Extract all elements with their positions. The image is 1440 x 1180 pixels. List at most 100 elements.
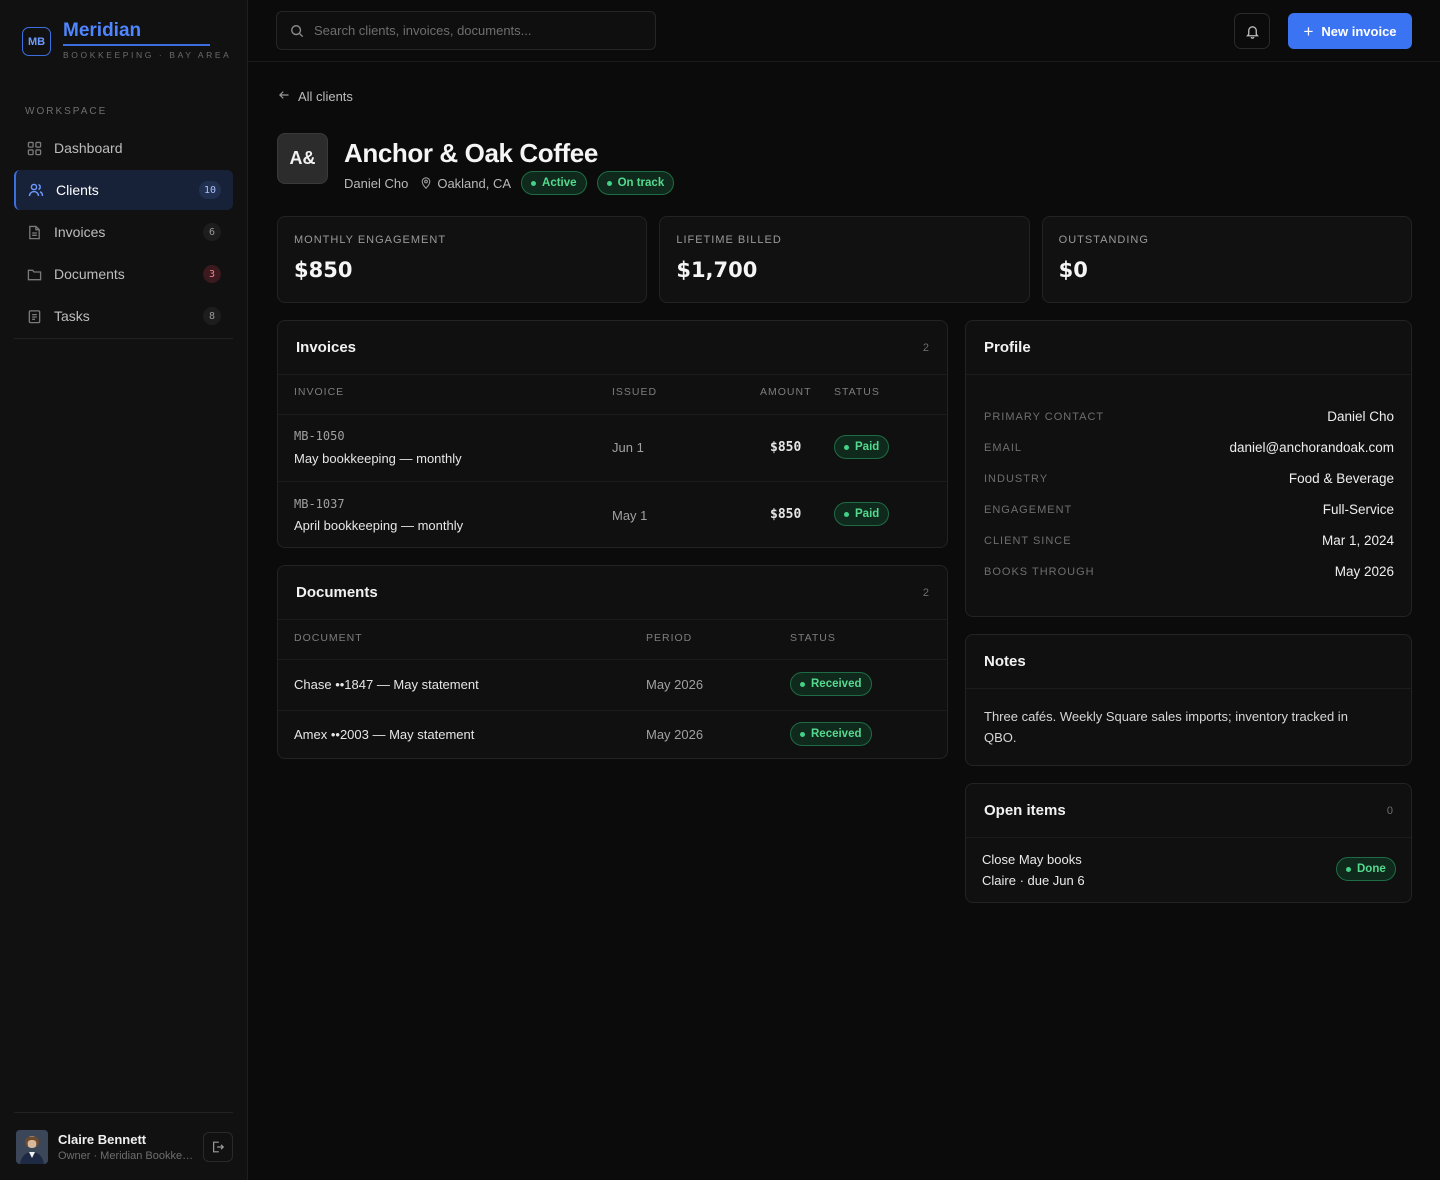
notes-text: Three cafés. Weekly Square sales imports…: [984, 709, 1348, 745]
card-title: Profile: [984, 339, 1031, 356]
invoices-card: Invoices 2 INVOICE ISSUED AMOUNT STATUS …: [277, 320, 948, 548]
profile-field: INDUSTRY Food & Beverage: [984, 471, 1394, 486]
column-header: STATUS: [834, 386, 880, 398]
brand-subtitle: BOOKKEEPING · BAY AREA: [63, 50, 232, 60]
open-items-card: Open items 0 Close May books Claire · du…: [965, 783, 1412, 903]
search-input[interactable]: [314, 23, 634, 38]
sidebar-item-invoices[interactable]: Invoices 6: [14, 212, 233, 252]
client-contact: Daniel Cho: [344, 175, 409, 191]
kpi-card: LIFETIME BILLED $1,700: [659, 216, 1030, 303]
brand-logo-icon: MB: [22, 27, 51, 56]
notifications-button[interactable]: [1234, 13, 1270, 49]
profile-field: PRIMARY CONTACT Daniel Cho: [984, 409, 1394, 424]
table-row[interactable]: MB-1050 May bookkeeping — monthly Jun 1 …: [278, 414, 947, 481]
new-invoice-label: New invoice: [1321, 23, 1397, 39]
page-title: Anchor & Oak Coffee: [344, 138, 598, 168]
brand-name: Meridian: [63, 20, 210, 46]
task-meta: Claire · due Jun 6: [982, 873, 1085, 888]
kpi-value: $0: [1058, 258, 1088, 282]
sidebar-item-label: Dashboard: [54, 140, 123, 156]
invoice-issued: Jun 1: [612, 440, 644, 455]
plus-icon: +: [1303, 21, 1314, 41]
profile-field: ENGAGEMENT Full-Service: [984, 502, 1394, 517]
sidebar-item-documents[interactable]: Documents 3: [14, 254, 233, 294]
kpi-label: OUTSTANDING: [1058, 234, 1149, 246]
sidebar-item-dashboard[interactable]: Dashboard: [14, 128, 233, 168]
profile-card: Profile PRIMARY CONTACT Daniel Cho EMAIL d…: [965, 320, 1412, 617]
client-location: Oakland, CA: [437, 175, 512, 191]
sidebar-item-tasks[interactable]: Tasks 8: [14, 296, 233, 336]
logout-icon: [211, 1140, 225, 1154]
back-link[interactable]: All clients: [278, 89, 353, 104]
notes-card: Notes Three cafés. Weekly Square sales i…: [965, 634, 1412, 766]
card-title: Open items: [984, 802, 1066, 819]
search-icon: [290, 24, 304, 38]
column-header: STATUS: [790, 632, 836, 644]
list-item[interactable]: Close May books Claire · due Jun 6 Done: [966, 839, 1411, 903]
sidebar-item-label: Clients: [56, 182, 99, 198]
status-badge: Paid: [834, 502, 890, 526]
avatar[interactable]: [16, 1129, 48, 1164]
table-row[interactable]: Amex ••2003 — May statement May 2026 Rec…: [278, 710, 947, 760]
back-link-label: All clients: [298, 89, 353, 104]
clipboard-icon: [26, 308, 42, 324]
email-link[interactable]: daniel@anchorandoak.com: [1229, 440, 1394, 455]
kpi-label: LIFETIME BILLED: [676, 234, 782, 246]
brand[interactable]: MB Meridian BOOKKEEPING · BAY AREA: [22, 20, 231, 60]
file-icon: [26, 224, 42, 240]
table-row[interactable]: MB-1037 April bookkeeping — monthly May …: [278, 481, 947, 548]
users-icon: [28, 182, 44, 198]
top-bar: + New invoice: [248, 0, 1440, 62]
table-row[interactable]: Chase ••1847 — May statement May 2026 Re…: [278, 659, 947, 710]
status-badge: Received: [790, 722, 872, 746]
document-period: May 2026: [646, 727, 704, 742]
profile-field: BOOKS THROUGH May 2026: [984, 564, 1394, 579]
card-title: Documents: [296, 584, 378, 601]
column-header: PERIOD: [646, 632, 693, 644]
workspace-label: WORKSPACE: [25, 106, 108, 117]
sidebar: MB Meridian BOOKKEEPING · BAY AREA WORKS…: [0, 0, 248, 1180]
folder-icon: [26, 266, 42, 282]
search-box[interactable]: [276, 11, 656, 50]
bell-icon: [1245, 24, 1260, 39]
kpi-row: MONTHLY ENGAGEMENT $850 LIFETIME BILLED …: [277, 216, 1412, 303]
status-badge: Active: [521, 171, 587, 195]
count-badge: 8: [203, 307, 221, 325]
card-count: 2: [922, 341, 929, 354]
document-name: Chase ••1847 — May statement: [294, 677, 479, 692]
invoice-description: May bookkeeping — monthly: [294, 451, 462, 466]
grid-icon: [26, 140, 42, 156]
sidebar-nav: Dashboard Clients 10 Invoices 6 Document…: [14, 128, 233, 339]
kpi-card: OUTSTANDING $0: [1041, 216, 1412, 303]
count-badge: 10: [198, 181, 221, 199]
user-bar: Claire Bennett Owner · Meridian Bookkeep…: [14, 1112, 233, 1180]
kpi-label: MONTHLY ENGAGEMENT: [294, 234, 447, 246]
user-role: Owner · Meridian Bookkeeping: [58, 1149, 196, 1162]
documents-card: Documents 2 DOCUMENT PERIOD STATUS Chase…: [277, 565, 948, 759]
sidebar-item-label: Documents: [54, 266, 125, 282]
status-badge: On track: [596, 171, 675, 195]
profile-field: EMAIL daniel@anchorandoak.com: [984, 440, 1394, 455]
column-header: DOCUMENT: [294, 632, 363, 644]
column-header: ISSUED: [612, 386, 658, 398]
sidebar-item-label: Invoices: [54, 224, 106, 240]
invoice-id: MB-1050: [294, 429, 345, 443]
kpi-value: $850: [294, 258, 353, 282]
task-title: Close May books: [982, 852, 1082, 867]
sidebar-item-clients[interactable]: Clients 10: [14, 170, 233, 210]
invoice-description: April bookkeeping — monthly: [294, 518, 464, 533]
card-title: Invoices: [296, 339, 357, 356]
count-badge: 3: [203, 265, 221, 283]
document-name: Amex ••2003 — May statement: [294, 727, 475, 742]
sidebar-item-label: Tasks: [54, 308, 90, 324]
logout-button[interactable]: [203, 1131, 233, 1162]
status-badge: Received: [790, 672, 872, 696]
client-avatar: A&: [277, 133, 328, 184]
invoice-amount: $850: [770, 507, 802, 522]
card-count: 0: [1386, 804, 1393, 817]
client-meta: Daniel Cho Oakland, CA Active On track: [344, 171, 675, 195]
kpi-card: MONTHLY ENGAGEMENT $850: [277, 216, 648, 303]
new-invoice-button[interactable]: + New invoice: [1288, 13, 1412, 49]
arrow-left-icon: [278, 89, 290, 104]
card-title: Notes: [984, 653, 1026, 670]
